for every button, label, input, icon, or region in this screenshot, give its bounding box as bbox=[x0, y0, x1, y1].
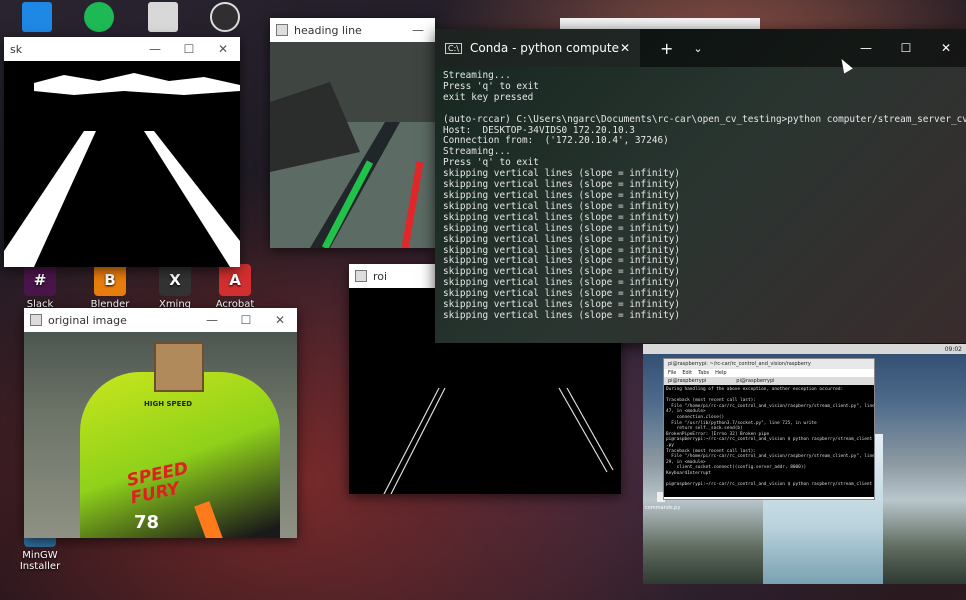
rpi-terminal-titlebar[interactable]: pi@raspberrypi: ~/rc-car/rc_control_and_… bbox=[664, 359, 874, 369]
car-banner: HIGH SPEED bbox=[144, 400, 193, 408]
mask-image bbox=[4, 61, 240, 267]
top-icon-row bbox=[20, 0, 260, 36]
mask-window[interactable]: sk — ☐ ✕ bbox=[4, 37, 240, 267]
car-number: 78 bbox=[134, 512, 160, 533]
car-body bbox=[80, 372, 280, 538]
terminal-icon: C:\ bbox=[445, 42, 462, 54]
maximize-icon[interactable]: ☐ bbox=[886, 41, 926, 55]
original-image: HIGH SPEED SPEED FURY 78 bbox=[24, 332, 297, 538]
close-icon[interactable]: ✕ bbox=[206, 42, 240, 56]
opencv-icon bbox=[30, 314, 42, 326]
terminal-tab-title: Conda - python computer/str bbox=[469, 41, 620, 55]
new-tab-icon[interactable]: + bbox=[660, 39, 673, 58]
conda-terminal-window[interactable]: C:\ Conda - python computer/str ✕ + ⌄ — … bbox=[435, 29, 966, 343]
rpi-tab-2[interactable]: pi@raspberrypi bbox=[736, 377, 774, 385]
spotify-icon[interactable] bbox=[84, 2, 114, 32]
rpi-tabbar: pi@raspberrypi pi@raspberrypi bbox=[664, 377, 874, 385]
rpi-menubar: File Edit Tabs Help bbox=[664, 369, 874, 377]
rpi-tab[interactable]: pi@raspberrypi bbox=[668, 377, 706, 385]
close-icon[interactable]: ✕ bbox=[263, 313, 297, 327]
rpi-terminal-line: During handling of the above exception, … bbox=[666, 387, 844, 392]
heading-image bbox=[270, 42, 435, 248]
rpi-terminal-line: pi@raspberrypi:~/rc-car/rc_control_and_v… bbox=[666, 482, 873, 488]
desktop-icon-blender[interactable]: B Blender bbox=[80, 264, 140, 310]
rpi-file-label: commands.py bbox=[645, 505, 681, 511]
rpi-taskbar: 09:02 bbox=[643, 344, 966, 354]
rpi-terminal-window[interactable]: pi@raspberrypi: ~/rc-car/rc_control_and_… bbox=[663, 358, 875, 500]
minimize-icon[interactable]: — bbox=[138, 42, 172, 56]
window-title: original image bbox=[48, 313, 127, 327]
original-titlebar[interactable]: original image — ☐ ✕ bbox=[24, 308, 297, 332]
opencv-icon bbox=[355, 270, 367, 282]
rpi-terminal-line: File "/home/pi/rc-car/rc_control_and_vis… bbox=[666, 454, 874, 460]
rpi-terminal-output[interactable]: During handling of the above exception, … bbox=[664, 385, 874, 497]
terminal-line: skipping vertical lines (slope = infinit… bbox=[443, 222, 681, 234]
camera-module bbox=[154, 342, 204, 392]
minimize-icon[interactable]: — bbox=[195, 313, 229, 327]
chevron-down-icon[interactable]: ⌄ bbox=[693, 42, 702, 55]
obs-icon[interactable] bbox=[210, 2, 240, 32]
desktop-icon-label: MinGW Installer bbox=[19, 550, 61, 572]
rpi-clock: 09:02 bbox=[944, 345, 962, 353]
desktop-icon-xming[interactable]: X Xming bbox=[145, 264, 205, 310]
rpi-menu-item[interactable]: Tabs bbox=[698, 369, 709, 377]
rpi-menu-item[interactable]: File bbox=[668, 369, 676, 377]
close-icon[interactable]: ✕ bbox=[926, 41, 966, 55]
terminal-tab[interactable]: C:\ Conda - python computer/str ✕ bbox=[435, 29, 640, 67]
window-title: heading line bbox=[294, 23, 362, 37]
terminal-line: (auto-rccar) C:\Users\ngarc\Documents\rc… bbox=[443, 113, 966, 125]
raspberry-pi-desktop[interactable]: 09:02 commands.py pi@raspberrypi: ~/rc-c… bbox=[643, 344, 966, 584]
terminal-tabbar[interactable]: C:\ Conda - python computer/str ✕ + ⌄ — … bbox=[435, 29, 966, 67]
terminal-output[interactable]: Streaming... Press 'q' to exit exit key pr… bbox=[435, 67, 966, 326]
heading-titlebar[interactable]: heading line — bbox=[270, 18, 435, 42]
maximize-icon[interactable]: ☐ bbox=[229, 313, 263, 327]
slack-icon: # bbox=[24, 264, 56, 296]
vscode-icon[interactable] bbox=[22, 2, 52, 32]
minimize-icon[interactable]: — bbox=[846, 41, 886, 55]
minimize-icon[interactable]: — bbox=[401, 23, 435, 37]
opencv-icon bbox=[276, 24, 288, 36]
rpi-menu-item[interactable]: Edit bbox=[682, 369, 692, 377]
desktop-icon-acrobat[interactable]: A Acrobat bbox=[205, 264, 265, 310]
desktop-icon-slack[interactable]: # Slack bbox=[10, 264, 70, 310]
close-tab-icon[interactable]: ✕ bbox=[620, 41, 630, 55]
terminal-line: Connection from: ('172.20.10.4', 37246) bbox=[443, 135, 669, 147]
terminal-line: skipping vertical lines (slope = infinit… bbox=[443, 233, 681, 245]
xming-icon[interactable] bbox=[148, 2, 178, 32]
rpi-terminal-line: pi@raspberrypi:~/rc-car/rc_control_and_v… bbox=[666, 437, 873, 443]
acrobat-icon: A bbox=[219, 264, 251, 296]
terminal-line: exit key pressed bbox=[443, 91, 534, 103]
maximize-icon[interactable]: ☐ bbox=[172, 42, 206, 56]
xming-icon: X bbox=[159, 264, 191, 296]
heading-line-window[interactable]: heading line — bbox=[270, 18, 435, 248]
terminal-line: skipping vertical lines (slope = infinit… bbox=[443, 309, 681, 321]
blender-icon: B bbox=[94, 264, 126, 296]
rpi-menu-item[interactable]: Help bbox=[715, 369, 726, 377]
window-title: sk bbox=[10, 42, 23, 56]
original-image-window[interactable]: original image — ☐ ✕ HIGH SPEED SPEED FU… bbox=[24, 308, 297, 538]
mask-titlebar[interactable]: sk — ☐ ✕ bbox=[4, 37, 240, 61]
